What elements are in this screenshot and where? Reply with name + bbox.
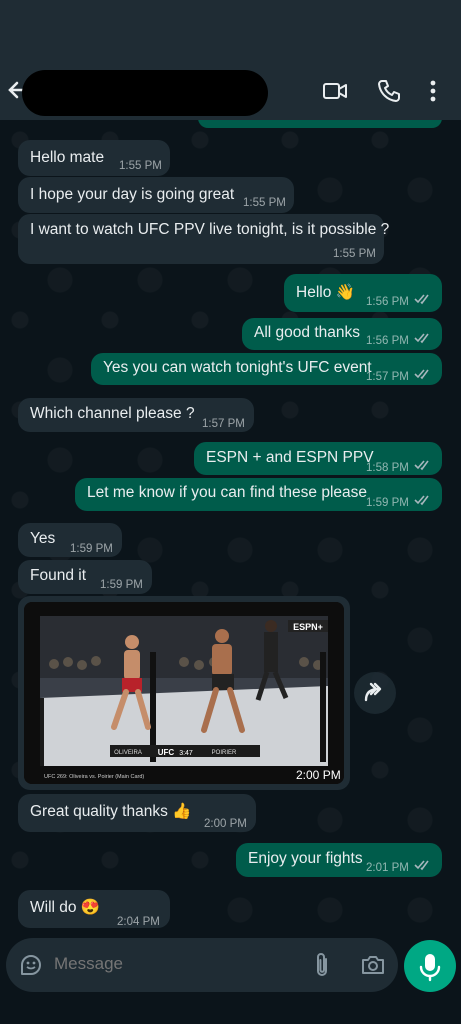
video-thumbnail[interactable]: ESPN+ OLIVEIRA UFC 3:47 POIRIER UFC 269:… — [24, 602, 344, 784]
message-bubble-outgoing[interactable]: Yes you can watch tonight's UFC event 1:… — [91, 353, 442, 385]
message-time: 2:00 PM — [204, 818, 247, 830]
message-time: 1:58 PM — [366, 462, 409, 474]
forward-icon[interactable] — [354, 672, 396, 714]
video-camera-icon[interactable] — [322, 78, 348, 104]
message-composer[interactable] — [6, 938, 398, 992]
paperclip-icon[interactable] — [310, 952, 334, 978]
message-time: 1:55 PM — [243, 197, 286, 209]
message-time: 1:56 PM — [366, 296, 409, 308]
message-text: Yes you can watch tonight's UFC event — [103, 359, 372, 376]
camera-icon[interactable] — [360, 952, 386, 978]
message-text: I hope your day is going great — [30, 186, 235, 203]
message-time: 1:59 PM — [100, 579, 143, 591]
status-bar — [0, 0, 461, 60]
message-bubble-incoming[interactable]: Found it 1:59 PM — [18, 560, 152, 594]
read-receipt-icon — [414, 495, 429, 506]
message-bubble-incoming[interactable]: Will do 😍 2:04 PM — [18, 890, 170, 928]
message-bubble-incoming[interactable]: Which channel please ? 1:57 PM — [18, 398, 254, 432]
message-time: 1:59 PM — [70, 543, 113, 555]
message-bubble-outgoing[interactable]: Let me know if you can find these please… — [75, 478, 442, 511]
read-receipt-icon — [414, 369, 429, 380]
message-time: 1:56 PM — [366, 335, 409, 347]
message-time: 1:59 PM — [366, 497, 409, 509]
network-logo: ESPN+ — [293, 622, 323, 632]
message-input[interactable] — [54, 954, 294, 974]
message-time: 2:00 PM — [296, 768, 341, 782]
message-text: Enjoy your fights — [248, 850, 363, 867]
message-bubble-incoming[interactable]: I want to watch UFC PPV live tonight, is… — [18, 214, 389, 264]
message-bubble-incoming[interactable]: Great quality thanks 👍 2:00 PM — [18, 794, 256, 832]
scoreboard-center: UFC — [158, 748, 175, 757]
message-text: All good thanks — [254, 324, 360, 341]
message-time: 2:04 PM — [117, 916, 160, 928]
message-time: 1:55 PM — [119, 160, 162, 172]
phone-icon[interactable] — [376, 78, 402, 104]
more-vertical-icon[interactable] — [426, 78, 440, 104]
message-text: Will do 😍 — [30, 899, 101, 916]
read-receipt-icon — [414, 860, 429, 871]
message-text: I want to watch UFC PPV live tonight, is… — [30, 221, 390, 238]
message-bubble-partial — [198, 120, 442, 128]
contact-name-redacted[interactable] — [22, 70, 268, 116]
message-text: Found it — [30, 567, 87, 584]
scoreboard-left: OLIVEIRA — [114, 750, 142, 756]
message-time: 1:55 PM — [333, 248, 376, 260]
message-bubble-outgoing[interactable]: Hello 👋 1:56 PM — [284, 274, 442, 312]
message-text: Hello 👋 — [296, 284, 355, 301]
message-text: Let me know if you can find these please — [87, 484, 368, 501]
message-text: Hello mate — [30, 149, 105, 166]
message-bubble-outgoing[interactable]: All good thanks 1:56 PM — [242, 318, 442, 350]
message-text: ESPN + and ESPN PPV — [206, 449, 374, 466]
chat-header — [0, 60, 461, 120]
message-text: Great quality thanks 👍 — [30, 803, 192, 820]
message-time: 2:01 PM — [366, 862, 409, 874]
read-receipt-icon — [414, 294, 429, 305]
microphone-button[interactable] — [404, 940, 456, 992]
microphone-icon — [419, 954, 441, 982]
sticker-icon[interactable] — [18, 952, 44, 978]
message-bubble-incoming[interactable]: Yes 1:59 PM — [18, 523, 122, 557]
video-message-bubble[interactable]: ESPN+ OLIVEIRA UFC 3:47 POIRIER UFC 269:… — [18, 596, 350, 790]
message-bubble-outgoing[interactable]: Enjoy your fights 2:01 PM — [236, 843, 442, 877]
scoreboard-right: POIRIER — [212, 750, 237, 756]
read-receipt-icon — [414, 460, 429, 471]
message-text: Which channel please ? — [30, 405, 195, 422]
video-caption: UFC 269: Oliveira vs. Poirier (Main Card… — [44, 774, 144, 780]
message-bubble-incoming[interactable]: Hello mate 1:55 PM — [18, 140, 170, 176]
chat-area[interactable]: Hello mate 1:55 PM I hope your day is go… — [0, 120, 461, 940]
message-bubble-outgoing[interactable]: ESPN + and ESPN PPV 1:58 PM — [194, 442, 442, 475]
message-time: 1:57 PM — [202, 418, 245, 430]
scoreboard-clock: 3:47 — [179, 750, 193, 757]
message-text: Yes — [30, 530, 56, 547]
message-time: 1:57 PM — [366, 371, 409, 383]
read-receipt-icon — [414, 333, 429, 344]
message-bubble-incoming[interactable]: I hope your day is going great 1:55 PM — [18, 177, 294, 213]
